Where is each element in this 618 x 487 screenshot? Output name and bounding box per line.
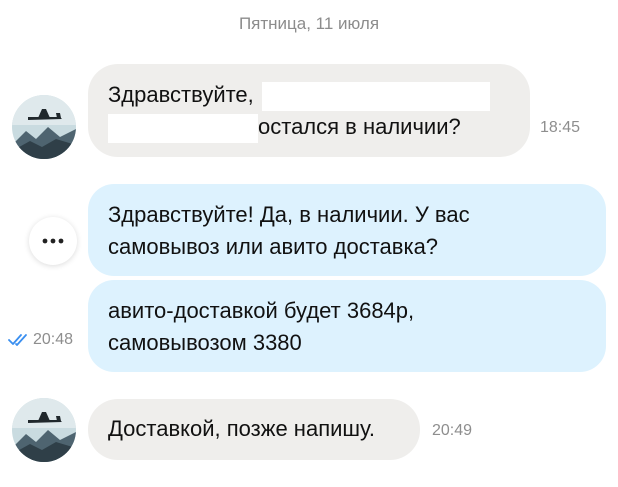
message-line: авито-доставкой будет 3684р, [108, 298, 415, 323]
redacted-block [108, 113, 258, 143]
message-status: 20:48 [8, 331, 73, 349]
incoming-message-2[interactable]: Доставкой, позже напишу. [88, 399, 420, 460]
message-line: Доставкой, позже напишу. [108, 416, 375, 441]
airplane-avatar-icon [12, 95, 76, 159]
more-button[interactable] [29, 217, 77, 265]
contact-avatar[interactable] [12, 95, 76, 159]
double-check-icon [8, 334, 27, 346]
airplane-avatar-icon [12, 398, 76, 462]
message-text: остался в наличии? [258, 114, 461, 139]
message-line: Здравствуйте! Да, в наличии. У вас [108, 202, 470, 227]
message-line: самовывоз или авито доставка? [108, 234, 439, 259]
message-line: остался в наличии? [108, 111, 510, 143]
message-text: Здравствуйте, [108, 82, 254, 107]
message-time: 18:45 [540, 119, 581, 136]
outgoing-message-1[interactable]: Здравствуйте! Да, в наличии. У вас самов… [88, 184, 606, 276]
chat-thread: Пятница, 11 июля Здравствуйте, остался в… [0, 0, 618, 487]
date-separator: Пятница, 11 июля [238, 14, 380, 33]
message-line: самовывозом 3380 [108, 330, 302, 355]
incoming-message-1[interactable]: Здравствуйте, остался в наличии? [88, 64, 530, 157]
message-line: Здравствуйте, [108, 79, 510, 111]
contact-avatar[interactable] [12, 398, 76, 462]
outgoing-message-2[interactable]: авито-доставкой будет 3684р, самовывозом… [88, 280, 606, 372]
more-icon [42, 238, 64, 244]
message-time: 20:48 [33, 331, 74, 348]
message-time: 20:49 [432, 422, 473, 439]
redacted-block [261, 81, 490, 111]
